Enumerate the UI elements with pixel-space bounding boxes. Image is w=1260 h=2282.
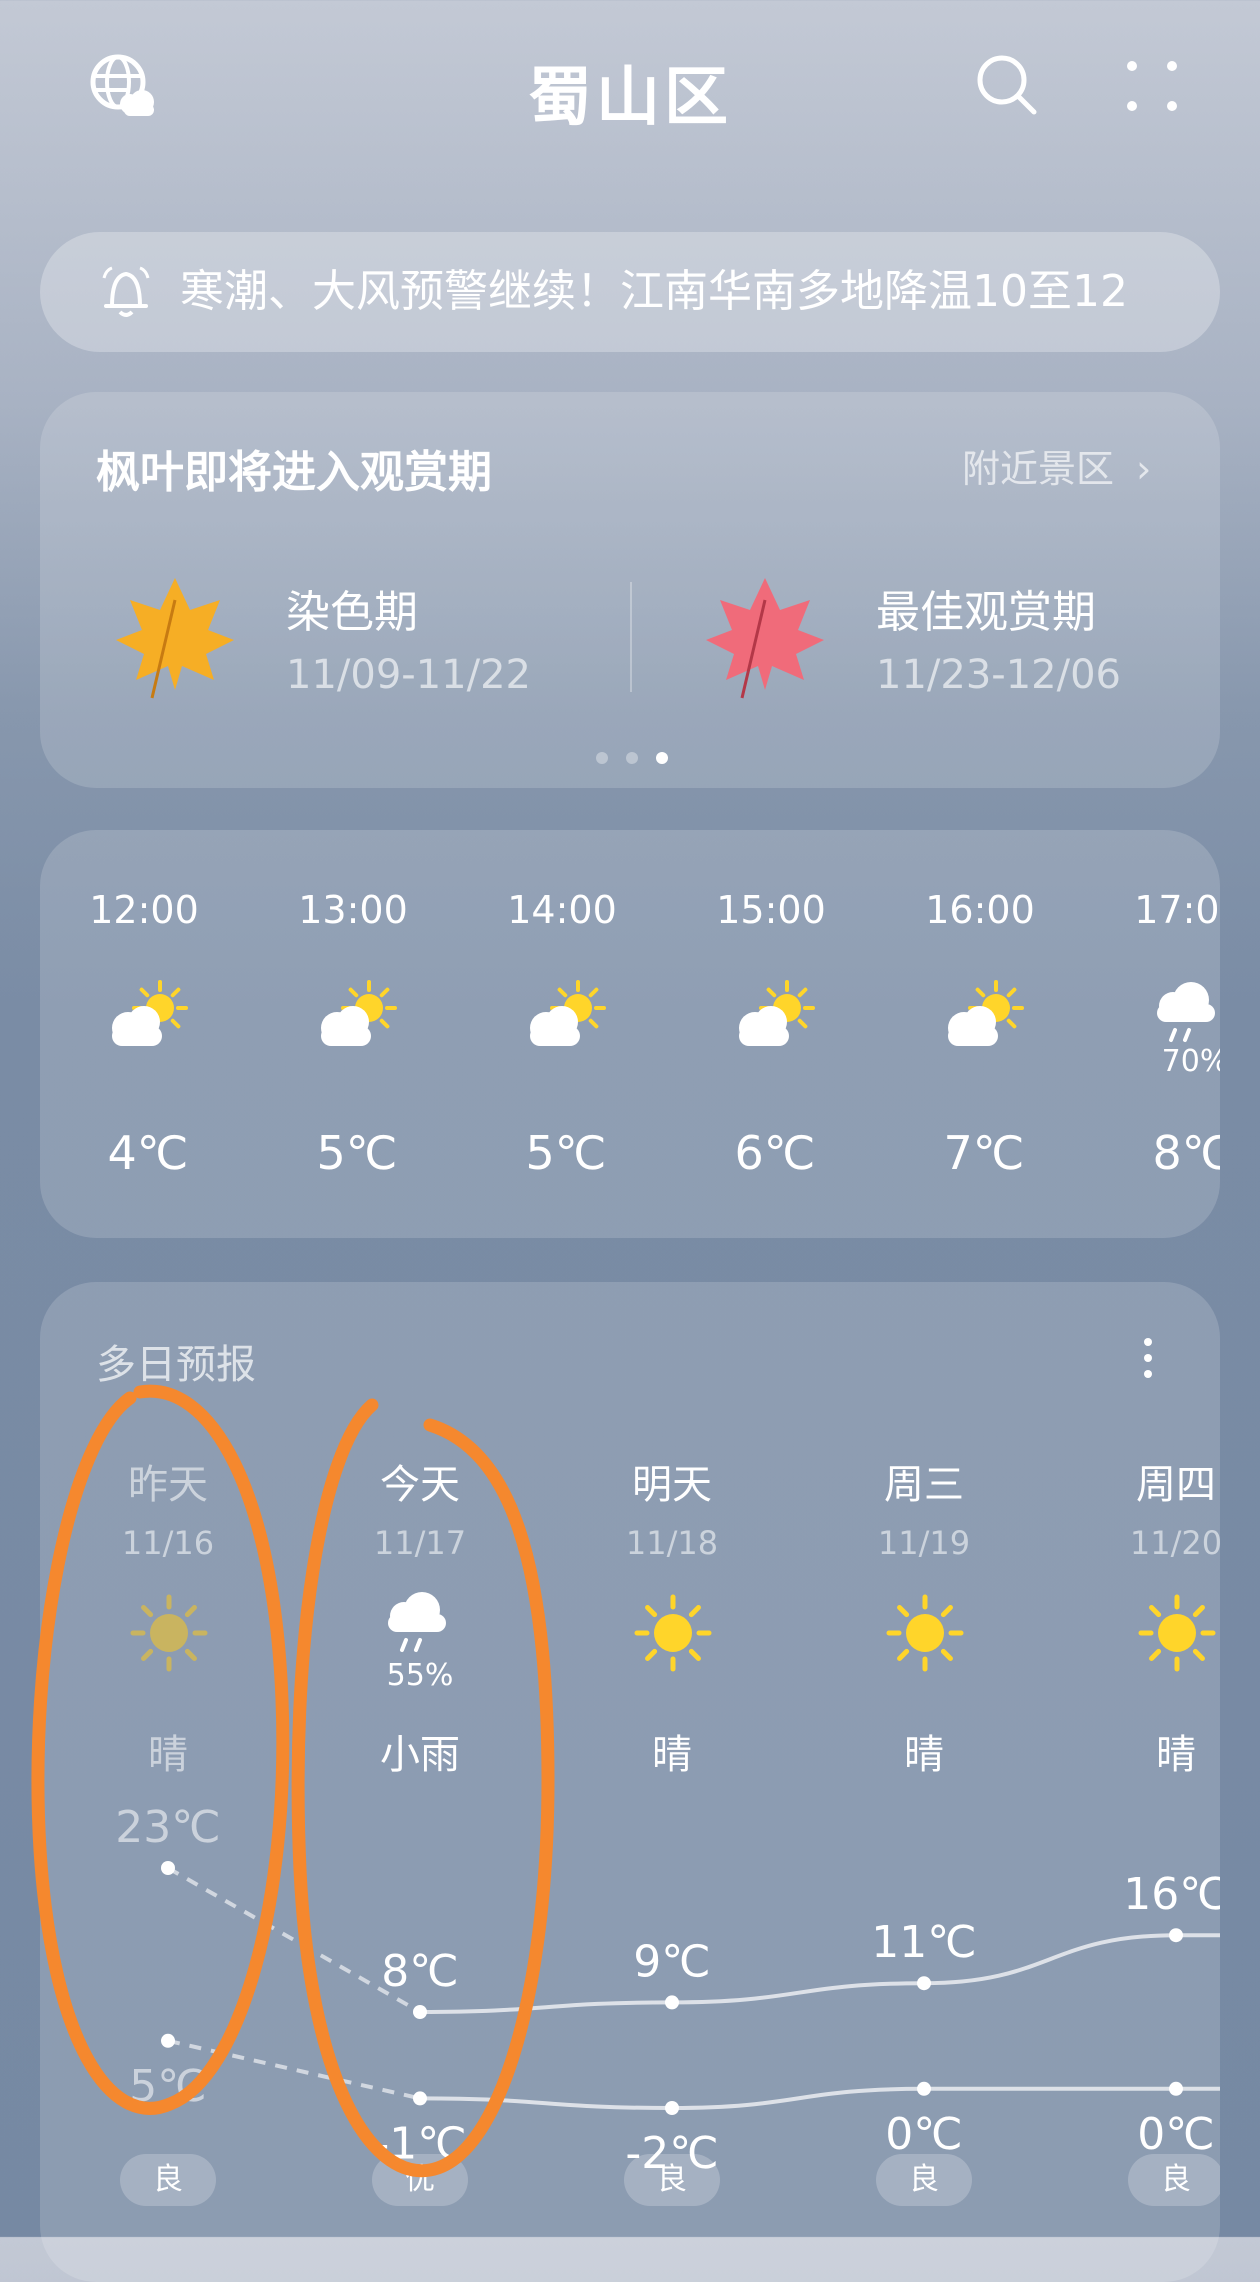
annotation-ellipse-yesterday (31, 1384, 290, 2115)
annotation-ellipse-today (291, 1398, 555, 2178)
annotation-overlay (31, 1384, 555, 2178)
